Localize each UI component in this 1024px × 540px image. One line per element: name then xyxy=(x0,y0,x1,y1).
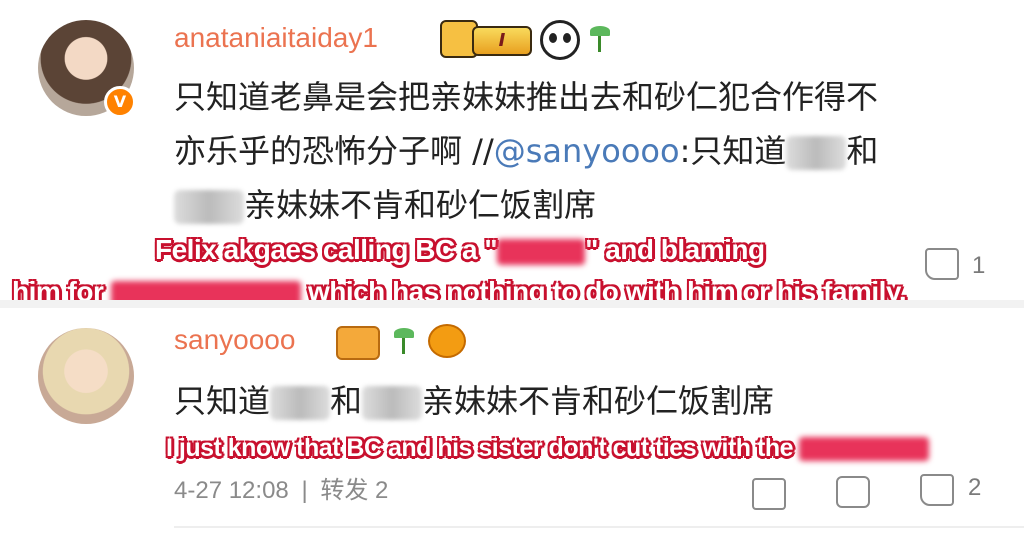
sprout-icon xyxy=(588,24,610,52)
repost-button[interactable]: 转发 2 xyxy=(320,477,388,504)
pufferfish-icon xyxy=(428,324,466,358)
username[interactable]: anataniaitaiday1 xyxy=(174,22,378,54)
comment-meta: 4-27 12:08 | 转发 2 xyxy=(174,470,388,505)
mention-link[interactable]: @sanyoooo xyxy=(494,132,680,170)
redacted-caption xyxy=(497,238,586,265)
caption-segment: I just know that BC and his sister don't… xyxy=(166,434,794,462)
caption-line: Felix akgaes calling BC a " " and blaming xyxy=(155,234,765,266)
comment-icon[interactable] xyxy=(836,476,870,508)
like-icon[interactable] xyxy=(920,474,954,506)
text-segment: 亦乐乎的恐怖分子啊 // xyxy=(174,132,494,170)
comment-2: sanyoooo 只知道 和 亲妹妹不肯和砂仁饭割席 4-27 12:08 | 转发… xyxy=(0,308,1024,540)
blurred-text xyxy=(174,190,244,224)
username[interactable]: sanyoooo xyxy=(174,324,295,356)
comment-text-line: 只知道老鼻是会把亲妹妹推出去和砂仁犯合作得不 xyxy=(174,78,879,116)
caption-segment: " and blaming xyxy=(585,234,765,265)
text-segment: 和 xyxy=(846,132,879,170)
caption-segment: Felix akgaes calling BC a " xyxy=(155,234,498,265)
text-segment: 只知道 xyxy=(174,382,271,420)
sprout-icon xyxy=(392,326,414,354)
like-icon[interactable] xyxy=(925,248,959,280)
blurred-text xyxy=(786,136,847,170)
caption-line: I just know that BC and his sister don't… xyxy=(166,434,930,463)
text-segment: 亲妹妹不肯和砂仁饭割席 xyxy=(422,382,775,420)
comment-text-line: 亦乐乎的恐怖分子啊 //@sanyoooo:只知道 和 xyxy=(174,124,994,178)
share-icon[interactable] xyxy=(752,478,786,510)
like-count: 1 xyxy=(972,252,986,279)
text-segment: :只知道 xyxy=(679,132,787,170)
meta-separator: | xyxy=(301,477,308,504)
divider xyxy=(0,300,1024,308)
avatar[interactable] xyxy=(38,328,134,424)
like-count: 2 xyxy=(968,474,982,501)
comment-text-line: 亲妹妹不肯和砂仁饭割席 xyxy=(174,178,994,232)
timestamp: 4-27 12:08 xyxy=(174,477,289,504)
level-badge-icon: I xyxy=(472,26,532,56)
comment-text: 只知道 和 亲妹妹不肯和砂仁饭割席 xyxy=(174,374,994,428)
redacted-caption xyxy=(799,437,930,462)
text-segment: 亲妹妹不肯和砂仁饭割席 xyxy=(244,186,597,224)
verified-badge-icon: V xyxy=(104,86,136,118)
divider xyxy=(174,526,1024,528)
text-segment: 和 xyxy=(330,382,363,420)
blurred-text xyxy=(362,386,423,420)
panda-icon xyxy=(540,20,580,60)
crown-badge-icon xyxy=(336,326,380,360)
comment-text: 只知道老鼻是会把亲妹妹推出去和砂仁犯合作得不 亦乐乎的恐怖分子啊 //@sany… xyxy=(174,70,994,232)
blurred-text xyxy=(270,386,331,420)
